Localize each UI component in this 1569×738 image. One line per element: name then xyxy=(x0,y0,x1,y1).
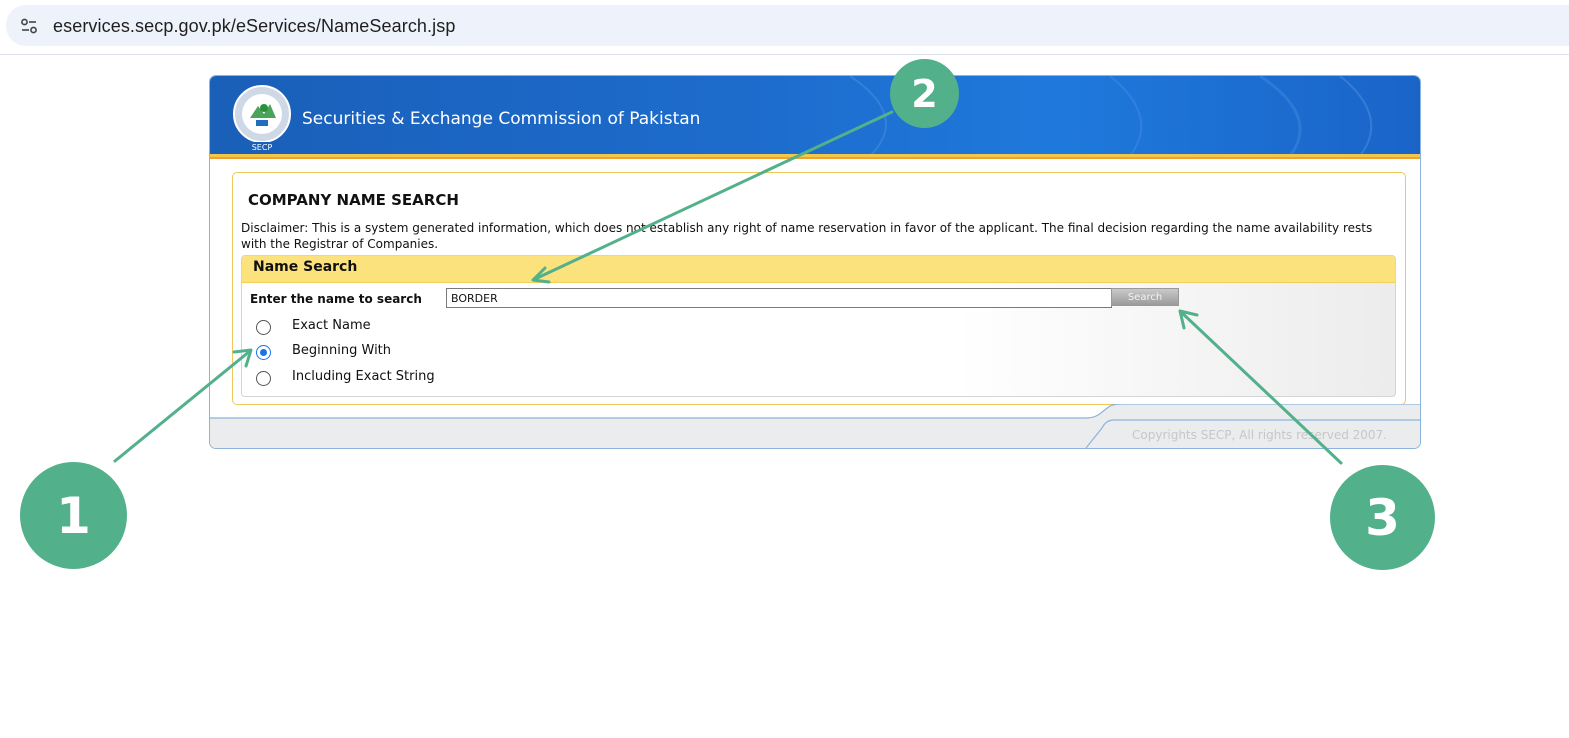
option-label: Exact Name xyxy=(292,318,371,333)
site-settings-icon[interactable] xyxy=(20,17,38,35)
name-field-label: Enter the name to search xyxy=(250,292,422,306)
section-title: Name Search xyxy=(253,259,358,275)
page-frame: SECP Securities & Exchange Commission of… xyxy=(209,75,1421,449)
radio-including-exact-string[interactable] xyxy=(256,371,271,386)
search-button[interactable]: Search xyxy=(1111,288,1179,306)
toolbar-divider xyxy=(0,54,1569,55)
section-header: Name Search xyxy=(242,256,1395,283)
page-title: COMPANY NAME SEARCH xyxy=(248,191,459,209)
address-bar[interactable]: eservices.secp.gov.pk/eServices/NameSear… xyxy=(6,5,1569,46)
url-text[interactable]: eservices.secp.gov.pk/eServices/NameSear… xyxy=(53,16,455,37)
header-banner: SECP Securities & Exchange Commission of… xyxy=(210,76,1420,156)
disclaimer-text: Disclaimer: This is a system generated i… xyxy=(241,221,1373,251)
radio-exact-name[interactable] xyxy=(256,320,271,335)
logo-caption: SECP xyxy=(252,143,273,152)
option-label: Including Exact String xyxy=(292,369,435,384)
annotation-marker-1: 1 xyxy=(20,462,127,569)
org-name: Securities & Exchange Commission of Paki… xyxy=(302,109,701,129)
secp-logo: SECP xyxy=(233,85,291,152)
name-search-input[interactable] xyxy=(446,288,1112,308)
banner-rule-orange xyxy=(210,157,1420,159)
option-label: Beginning With xyxy=(292,343,392,358)
radio-beginning-with[interactable] xyxy=(256,345,271,360)
annotation-marker-2: 2 xyxy=(890,59,959,128)
annotation-marker-3: 3 xyxy=(1330,465,1435,570)
content-panel: COMPANY NAME SEARCH Disclaimer: This is … xyxy=(232,172,1406,405)
copyright-text: Copyrights SECP, All rights reserved 200… xyxy=(1132,428,1387,442)
name-search-box: Name Search Enter the name to search Sea… xyxy=(241,255,1396,397)
